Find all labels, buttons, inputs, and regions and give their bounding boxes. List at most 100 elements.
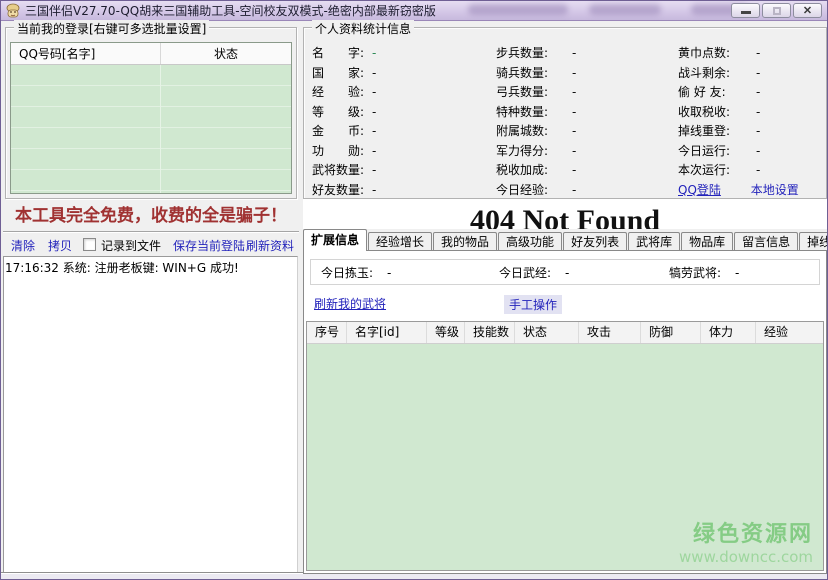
generals-table: 序号 名字[id] 等级 技能数 状态 攻击 防御 体力 经验 绿色资源网 ww…: [306, 321, 824, 571]
tab-my-items[interactable]: 我的物品: [433, 232, 497, 251]
stat-value: -: [756, 105, 760, 119]
redacted-blur-1: [468, 4, 568, 15]
stat-row: 收取税收:-: [678, 103, 799, 123]
stat-value: -: [372, 183, 376, 197]
login-groupbox: 当前我的登录[右键可多选批量设置] QQ号码[名字] 状态: [5, 27, 297, 199]
stat-row: 名 字:-: [312, 44, 376, 64]
column-header-status[interactable]: 状态: [161, 43, 291, 64]
col-name-id: 名字[id]: [347, 322, 427, 343]
today-jade-value: -: [387, 266, 391, 280]
error-404-text: 404 Not Found: [303, 203, 827, 229]
col-level: 等级: [427, 322, 465, 343]
redacted-blur-2: [589, 4, 661, 15]
tab-extended-info[interactable]: 扩展信息: [303, 229, 367, 251]
col-attack: 攻击: [579, 322, 641, 343]
tab-exp-growth[interactable]: 经验增长: [368, 232, 432, 251]
stat-value: -: [372, 144, 376, 158]
column-header-qq[interactable]: QQ号码[名字]: [11, 43, 161, 64]
stat-value: -: [756, 124, 760, 138]
tab-items-library[interactable]: 物品库: [681, 232, 733, 251]
tab-friend-list[interactable]: 好友列表: [563, 232, 627, 251]
app-icon: [5, 3, 21, 19]
clear-link[interactable]: 清除: [11, 237, 35, 254]
stat-value: -: [756, 66, 760, 80]
log-toolbar: 清除 拷贝 记录到文件 保存当前登陆 刷新资料: [3, 234, 299, 256]
stat-value: -: [756, 85, 760, 99]
generals-ops-row: 刷新我的武将 手工操作: [304, 295, 826, 315]
qq-login-link[interactable]: QQ登陆: [678, 183, 721, 197]
close-button[interactable]: ✕: [793, 3, 822, 18]
log-to-file-checkbox[interactable]: [83, 238, 96, 251]
stat-value: -: [756, 144, 760, 158]
stat-links-row: QQ登陆 本地设置: [678, 181, 799, 201]
extended-info-panel: 今日拣玉:- 今日武经:- 犒劳武将:- 刷新我的武将 手工操作 序号 名字[i…: [303, 250, 827, 574]
stat-row: 今日运行:-: [678, 142, 799, 162]
client-area: 当前我的登录[右键可多选批量设置] QQ号码[名字] 状态 本工具完全免费，收费…: [3, 22, 827, 573]
stat-row: 弓兵数量:-: [496, 83, 576, 103]
reward-generals-label: 犒劳武将:: [669, 266, 721, 280]
stat-row: 本次运行:-: [678, 161, 799, 181]
stat-value: -: [572, 46, 576, 60]
minimize-button[interactable]: [731, 3, 760, 18]
today-jade: 今日拣玉:-: [321, 264, 391, 281]
stat-value: -: [572, 105, 576, 119]
profile-stats-groupbox: 个人资料统计信息 名 字:- 国 家:- 经 验:- 等 级:- 金 币:- 功…: [303, 27, 827, 199]
stat-row: 经 验:-: [312, 83, 376, 103]
today-wujing: 今日武经:-: [499, 264, 569, 281]
col-defense: 防御: [641, 322, 701, 343]
stat-value: -: [756, 163, 760, 177]
stat-row: 武将数量:-: [312, 161, 376, 181]
watermark-site-name: 绿色资源网: [679, 516, 813, 548]
stat-row: 偷 好 友:-: [678, 83, 799, 103]
minimize-icon: [741, 11, 751, 14]
stat-row: 骑兵数量:-: [496, 64, 576, 84]
stat-row: 税收加成:-: [496, 161, 576, 181]
save-current-login-link[interactable]: 保存当前登陆: [173, 237, 245, 254]
stat-row: 等 级:-: [312, 103, 376, 123]
stat-value: -: [372, 163, 376, 177]
stat-value: -: [572, 85, 576, 99]
tab-reconnect[interactable]: 掉线重登: [799, 232, 828, 251]
today-wujing-label: 今日武经:: [499, 266, 551, 280]
reward-generals: 犒劳武将:-: [669, 264, 739, 281]
stat-value: -: [372, 85, 376, 99]
stat-row: 黄巾点数:-: [678, 44, 799, 64]
stat-row: 战斗剩余:-: [678, 64, 799, 84]
stat-value: -: [372, 46, 376, 60]
title-bar[interactable]: 三国伴侣V27.70-QQ胡来三国辅助工具-空间校友双模式-绝密内部最新窃密版 …: [1, 1, 827, 21]
generals-table-body[interactable]: 绿色资源网 www.downcc.com: [307, 344, 823, 570]
local-settings-link[interactable]: 本地设置: [751, 183, 799, 197]
stats-column-2: 步兵数量:- 骑兵数量:- 弓兵数量:- 特种数量:- 附属城数:- 军力得分:…: [496, 44, 576, 200]
col-exp: 经验: [756, 322, 823, 343]
log-to-file-label[interactable]: 记录到文件: [101, 237, 161, 254]
system-log-box[interactable]: 17:16:32 系统: 注册老板键: WIN+G 成功!: [3, 256, 298, 578]
login-group-title: 当前我的登录[右键可多选批量设置]: [14, 20, 209, 37]
window-controls: ✕: [731, 3, 822, 18]
col-index: 序号: [307, 322, 347, 343]
tab-messages[interactable]: 留言信息: [734, 232, 798, 251]
stat-row: 国 家:-: [312, 64, 376, 84]
stat-row: 步兵数量:-: [496, 44, 576, 64]
stat-value: -: [372, 105, 376, 119]
login-account-list[interactable]: QQ号码[名字] 状态: [10, 42, 292, 194]
maximize-button[interactable]: [762, 3, 791, 18]
tab-generals-library[interactable]: 武将库: [628, 232, 680, 251]
stat-row: 掉线重登:-: [678, 122, 799, 142]
copy-link[interactable]: 拷贝: [48, 237, 72, 254]
maximize-icon: [773, 7, 781, 15]
divider: [3, 231, 299, 233]
manual-operation-link[interactable]: 手工操作: [504, 295, 562, 314]
refresh-my-generals-link[interactable]: 刷新我的武将: [314, 295, 386, 312]
tab-advanced-features[interactable]: 高级功能: [498, 232, 562, 251]
stat-row: 今日经验:-: [496, 181, 576, 201]
refresh-profile-link[interactable]: 刷新资料: [246, 237, 294, 254]
login-list-body[interactable]: [11, 65, 291, 193]
stat-value: -: [756, 46, 760, 60]
stat-value: -: [572, 66, 576, 80]
reward-generals-value: -: [735, 266, 739, 280]
stats-column-1: 名 字:- 国 家:- 经 验:- 等 级:- 金 币:- 功 勋:- 武将数量…: [312, 44, 376, 200]
stat-value: -: [572, 124, 576, 138]
watermark-site-url: www.downcc.com: [679, 548, 813, 566]
tab-bar: 扩展信息 经验增长 我的物品 高级功能 好友列表 武将库 物品库 留言信息 掉线…: [303, 229, 827, 251]
col-skill-count: 技能数: [465, 322, 515, 343]
